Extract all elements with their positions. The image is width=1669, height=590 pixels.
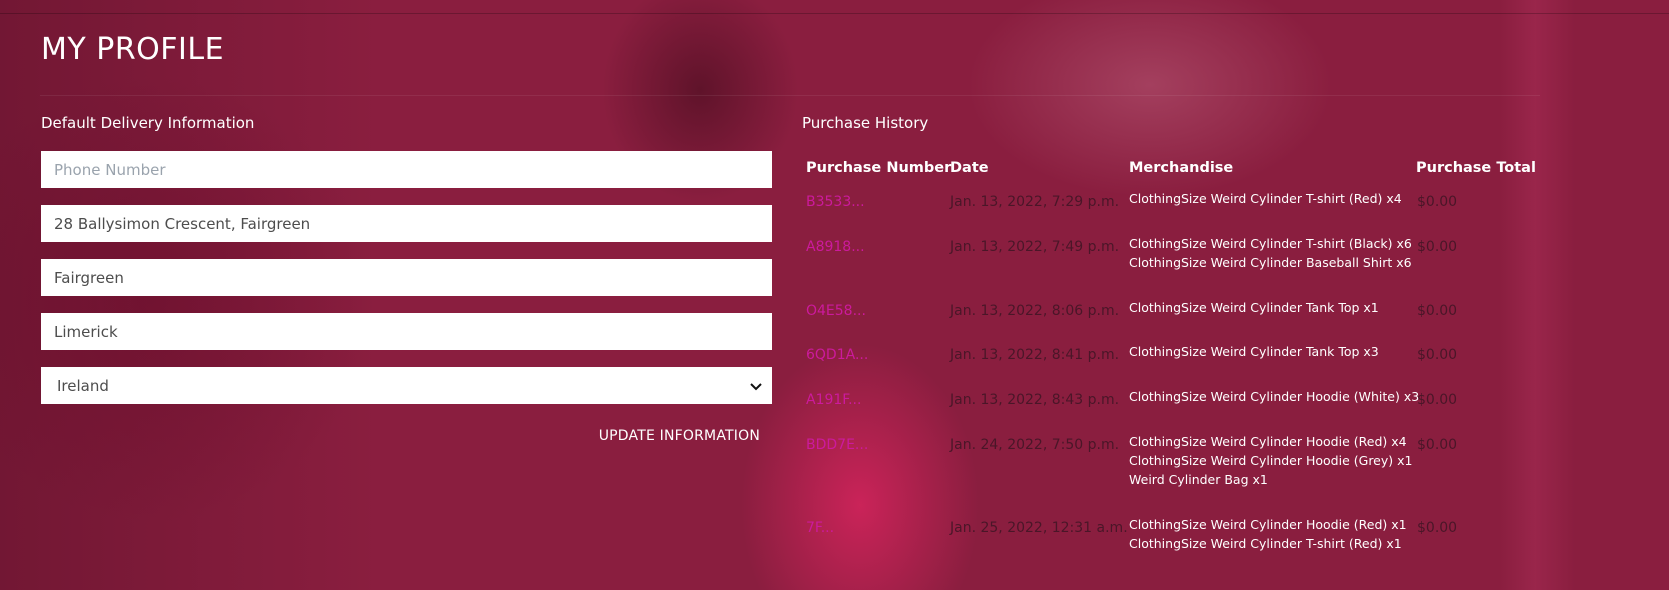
profile-page: MY PROFILE Default Delivery Information …: [0, 0, 1669, 590]
purchase-history-heading: Purchase History: [802, 114, 929, 132]
order-items: ClothingSize Weird Cylinder Hoodie (Red)…: [1129, 432, 1412, 489]
order-total: $0.00: [1417, 303, 1458, 319]
order-item: ClothingSize Weird Cylinder Hoodie (Red)…: [1129, 517, 1407, 532]
county-input[interactable]: Limerick: [41, 313, 772, 350]
order-item: ClothingSize Weird Cylinder Hoodie (Grey…: [1129, 453, 1413, 468]
order-total: $0.00: [1417, 392, 1458, 408]
delivery-heading: Default Delivery Information: [41, 114, 255, 132]
order-item: ClothingSize Weird Cylinder Hoodie (Red)…: [1129, 434, 1407, 449]
order-date: Jan. 25, 2022, 12:31 a.m.: [950, 520, 1128, 536]
order-number-link[interactable]: B3533...: [806, 193, 865, 212]
order-item: ClothingSize Weird Cylinder Tank Top x1: [1129, 300, 1379, 315]
order-item: ClothingSize Weird Cylinder Hoodie (Whit…: [1129, 389, 1420, 404]
column-header-date: Date: [950, 160, 989, 176]
order-number-link[interactable]: A8918...: [806, 238, 865, 257]
order-date: Jan. 13, 2022, 7:29 p.m.: [950, 194, 1120, 210]
order-items: ClothingSize Weird Cylinder T-shirt (Bla…: [1129, 234, 1412, 272]
order-number-link[interactable]: BDD7E...: [806, 436, 868, 455]
column-header-purchase-total: Purchase Total: [1416, 160, 1536, 176]
order-date: Jan. 13, 2022, 8:41 p.m.: [950, 347, 1120, 363]
order-number-link[interactable]: A191F...: [806, 391, 861, 410]
order-item: ClothingSize Weird Cylinder T-shirt (Red…: [1129, 191, 1402, 206]
order-item: ClothingSize Weird Cylinder T-shirt (Bla…: [1129, 236, 1412, 251]
order-item: ClothingSize Weird Cylinder Baseball Shi…: [1129, 255, 1412, 270]
order-items: ClothingSize Weird Cylinder Hoodie (Red)…: [1129, 515, 1407, 553]
order-date: Jan. 13, 2022, 8:06 p.m.: [950, 303, 1120, 319]
country-select[interactable]: Ireland: [41, 367, 772, 404]
town-input[interactable]: Fairgreen: [41, 259, 772, 296]
column-header-purchase-number: Purchase Number: [806, 160, 952, 176]
order-items: ClothingSize Weird Cylinder T-shirt (Red…: [1129, 189, 1402, 208]
order-date: Jan. 24, 2022, 7:50 p.m.: [950, 437, 1120, 453]
phone-input[interactable]: Phone Number: [41, 151, 772, 188]
order-number-link[interactable]: 6QD1A...: [806, 346, 868, 365]
order-date: Jan. 13, 2022, 8:43 p.m.: [950, 392, 1120, 408]
update-information-button[interactable]: UPDATE INFORMATION: [560, 428, 760, 444]
order-item: ClothingSize Weird Cylinder T-shirt (Red…: [1129, 536, 1402, 551]
order-total: $0.00: [1417, 347, 1458, 363]
column-header-merchandise: Merchandise: [1129, 160, 1234, 176]
order-items: ClothingSize Weird Cylinder Tank Top x3: [1129, 342, 1379, 361]
order-date: Jan. 13, 2022, 7:49 p.m.: [950, 239, 1120, 255]
order-item: ClothingSize Weird Cylinder Tank Top x3: [1129, 344, 1379, 359]
street-input[interactable]: 28 Ballysimon Crescent, Fairgreen: [41, 205, 772, 242]
chevron-down-icon: [750, 382, 762, 390]
order-item: Weird Cylinder Bag x1: [1129, 472, 1268, 487]
order-total: $0.00: [1417, 437, 1458, 453]
page-title: MY PROFILE: [41, 32, 225, 67]
order-total: $0.00: [1417, 239, 1458, 255]
order-items: ClothingSize Weird Cylinder Tank Top x1: [1129, 298, 1379, 317]
order-items: ClothingSize Weird Cylinder Hoodie (Whit…: [1129, 387, 1419, 406]
order-number-link[interactable]: 7F...: [806, 519, 834, 538]
country-value: Ireland: [57, 376, 109, 395]
order-total: $0.00: [1417, 194, 1458, 210]
order-total: $0.00: [1417, 520, 1458, 536]
order-number-link[interactable]: O4E58...: [806, 302, 866, 321]
